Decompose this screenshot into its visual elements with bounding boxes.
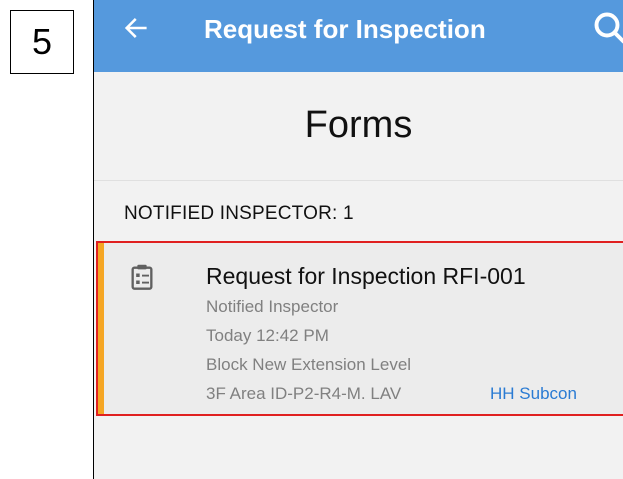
clipboard-icon	[131, 264, 153, 290]
form-location-line2: 3F Area ID-P2-R4-M. LAV	[206, 384, 402, 403]
form-status: Notified Inspector	[206, 297, 339, 316]
page-title: Forms	[304, 104, 413, 146]
form-title: Request for Inspection RFI-001	[206, 263, 526, 289]
section-header: NOTIFIED INSPECTOR: 1	[124, 203, 354, 224]
search-icon[interactable]	[592, 10, 623, 46]
form-timestamp: Today 12:42 PM	[206, 326, 329, 345]
arrow-left-icon[interactable]	[122, 14, 150, 42]
phone-screen: Request for Inspection Forms NOTIFIED IN…	[94, 0, 623, 479]
form-location-line1: Block New Extension Level	[206, 355, 412, 374]
form-assignee: HH Subcon	[490, 384, 577, 403]
status-accent-bar	[98, 243, 104, 414]
step-number-badge: 5	[10, 10, 74, 74]
app-bar: Request for Inspection	[94, 0, 623, 72]
section-divider	[94, 180, 623, 181]
app-bar-title: Request for Inspection	[204, 14, 486, 44]
form-list-item[interactable]: Request for Inspection RFI-001 Notified …	[96, 241, 623, 416]
